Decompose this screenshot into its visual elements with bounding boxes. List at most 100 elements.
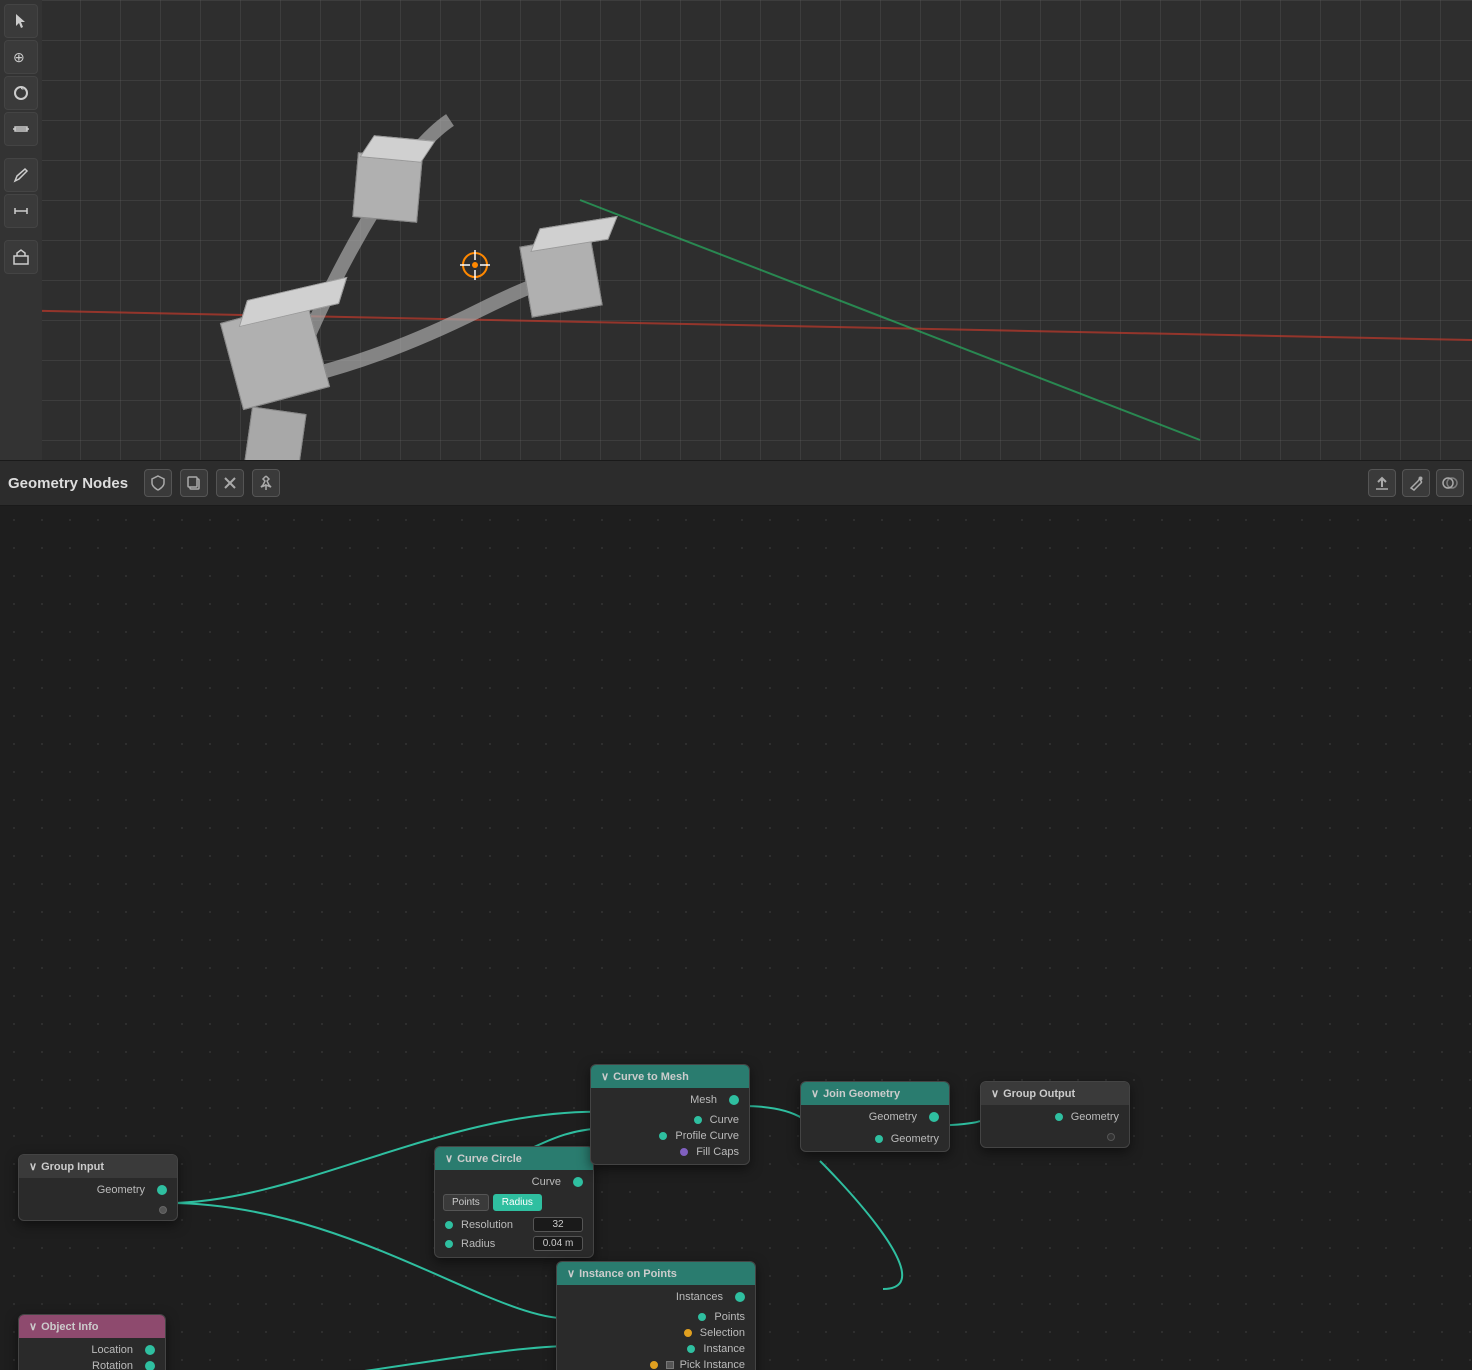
chevron-icon-ctm: ∨ (601, 1070, 609, 1083)
iop-instances-socket[interactable] (735, 1292, 745, 1302)
svg-text:⊕: ⊕ (13, 49, 25, 65)
chevron-icon-iop: ∨ (567, 1267, 575, 1280)
ctm-curve-input-row: Curve (591, 1112, 749, 1128)
cc-resolution-label: Resolution (461, 1219, 529, 1231)
go-extra-socket[interactable] (1107, 1133, 1115, 1141)
chevron-icon-jg: ∨ (811, 1087, 819, 1100)
node-editor-canvas[interactable]: ∨ Group Input Geometry ∨ Object Info Loc… (0, 506, 1472, 1370)
export-button[interactable] (1368, 469, 1396, 497)
curve-circle-node: ∨ Curve Circle Curve Points Radius Resol… (434, 1146, 594, 1258)
group-input-header[interactable]: ∨ Group Input (19, 1155, 177, 1178)
cc-radius-socket[interactable] (445, 1240, 453, 1248)
jg-geometry-in-socket[interactable] (875, 1135, 883, 1143)
pin-button[interactable] (252, 469, 280, 497)
iop-instance-label: Instance (703, 1343, 745, 1355)
ctm-fillcaps-label: Fill Caps (696, 1146, 739, 1158)
instance-on-points-node: ∨ Instance on Points Instances Points Se… (556, 1261, 756, 1370)
jg-geometry-in-row: Geometry (801, 1131, 949, 1147)
group-output-header[interactable]: ∨ Group Output (981, 1082, 1129, 1105)
copy-button[interactable] (180, 469, 208, 497)
cc-points-tab[interactable]: Points (443, 1194, 489, 1211)
chevron-icon: ∨ (29, 1160, 37, 1173)
node-editor-header: Geometry Nodes (0, 460, 1472, 506)
group-input-extra-row (19, 1204, 177, 1216)
rotate-tool[interactable] (4, 76, 38, 110)
go-geometry-socket[interactable] (1055, 1113, 1063, 1121)
object-info-body: Location Rotation Scale Geometry Origina… (19, 1338, 165, 1370)
3d-viewport[interactable]: ⊕ (0, 0, 1472, 460)
ctm-curve-input-label: Curve (710, 1114, 739, 1126)
ctm-body: Mesh Curve Profile Curve Fill Caps (591, 1088, 749, 1164)
cc-radius-tab[interactable]: Radius (493, 1194, 542, 1211)
node-connections (0, 506, 1472, 1370)
close-button[interactable] (216, 469, 244, 497)
chevron-icon-go: ∨ (991, 1087, 999, 1100)
go-extra-row (981, 1131, 1129, 1143)
group-output-node: ∨ Group Output Geometry (980, 1081, 1130, 1148)
jg-body: Geometry Geometry (801, 1105, 949, 1151)
add-tool[interactable] (4, 240, 38, 274)
cc-curve-socket[interactable] (573, 1177, 583, 1187)
measure-tool[interactable] (4, 194, 38, 228)
crosshair (460, 250, 490, 280)
cc-curve-row: Curve (435, 1174, 593, 1190)
overlay-button[interactable] (1436, 469, 1464, 497)
ctm-profile-socket[interactable] (659, 1132, 667, 1140)
iop-body: Instances Points Selection Instance Pick… (557, 1285, 755, 1370)
annotate-tool[interactable] (4, 158, 38, 192)
chevron-icon-obj: ∨ (29, 1320, 37, 1333)
obj-location-row: Location (19, 1342, 165, 1358)
obj-rotation-socket[interactable] (145, 1361, 155, 1370)
object-info-node: ∨ Object Info Location Rotation Scale Ge… (18, 1314, 166, 1370)
iop-instance-row: Instance (557, 1341, 755, 1357)
go-geometry-row: Geometry (981, 1109, 1129, 1125)
obj-location-socket[interactable] (145, 1345, 155, 1355)
group-input-geometry-row: Geometry (19, 1182, 177, 1198)
curve-to-mesh-label: Curve to Mesh (613, 1071, 689, 1083)
scene-svg (0, 0, 1472, 460)
scale-tool[interactable] (4, 112, 38, 146)
iop-selection-socket[interactable] (684, 1329, 692, 1337)
ctm-mesh-label: Mesh (690, 1094, 717, 1106)
iop-points-socket[interactable] (698, 1313, 706, 1321)
ctm-mesh-socket[interactable] (729, 1095, 739, 1105)
jg-geometry-out-socket[interactable] (929, 1112, 939, 1122)
cc-radius-value[interactable]: 0.04 m (533, 1236, 583, 1251)
cc-resolution-socket[interactable] (445, 1221, 453, 1229)
ctm-fillcaps-socket[interactable] (680, 1148, 688, 1156)
ctm-profile-row: Profile Curve (591, 1128, 749, 1144)
curve-circle-body: Curve Points Radius Resolution 32 Radius… (435, 1170, 593, 1257)
wrench-button[interactable] (1402, 469, 1430, 497)
curve-to-mesh-header[interactable]: ∨ Curve to Mesh (591, 1065, 749, 1088)
iop-pick-socket[interactable] (650, 1361, 658, 1369)
iop-instances-label: Instances (676, 1291, 723, 1303)
object-info-header[interactable]: ∨ Object Info (19, 1315, 165, 1338)
group-output-label: Group Output (1003, 1088, 1075, 1100)
move-tool[interactable]: ⊕ (4, 40, 38, 74)
chevron-icon-cc: ∨ (445, 1152, 453, 1165)
group-input-geometry-socket[interactable] (157, 1185, 167, 1195)
object-info-label: Object Info (41, 1321, 98, 1333)
obj-rotation-label: Rotation (92, 1360, 133, 1370)
curve-circle-header[interactable]: ∨ Curve Circle (435, 1147, 593, 1170)
go-body: Geometry (981, 1105, 1129, 1147)
header-right-tools (1368, 469, 1464, 497)
cc-resolution-value[interactable]: 32 (533, 1217, 583, 1232)
shield-button[interactable] (144, 469, 172, 497)
cc-resolution-row: Resolution 32 (435, 1215, 593, 1234)
iop-pick-label: Pick Instance (680, 1359, 745, 1370)
curve-to-mesh-node: ∨ Curve to Mesh Mesh Curve Profile Curve… (590, 1064, 750, 1165)
join-geometry-node: ∨ Join Geometry Geometry Geometry (800, 1081, 950, 1152)
iop-pick-row: Pick Instance (557, 1357, 755, 1370)
ctm-curve-input-socket[interactable] (694, 1116, 702, 1124)
cursor-tool[interactable] (4, 4, 38, 38)
jg-geometry-in-label: Geometry (891, 1133, 939, 1145)
join-geometry-header[interactable]: ∨ Join Geometry (801, 1082, 949, 1105)
iop-pick-check[interactable] (666, 1361, 674, 1369)
scene-cube-2 (352, 152, 422, 222)
cc-curve-label: Curve (532, 1176, 561, 1188)
group-input-extra-socket[interactable] (159, 1206, 167, 1214)
iop-header[interactable]: ∨ Instance on Points (557, 1262, 755, 1285)
iop-instances-row: Instances (557, 1289, 755, 1305)
iop-instance-socket[interactable] (687, 1345, 695, 1353)
